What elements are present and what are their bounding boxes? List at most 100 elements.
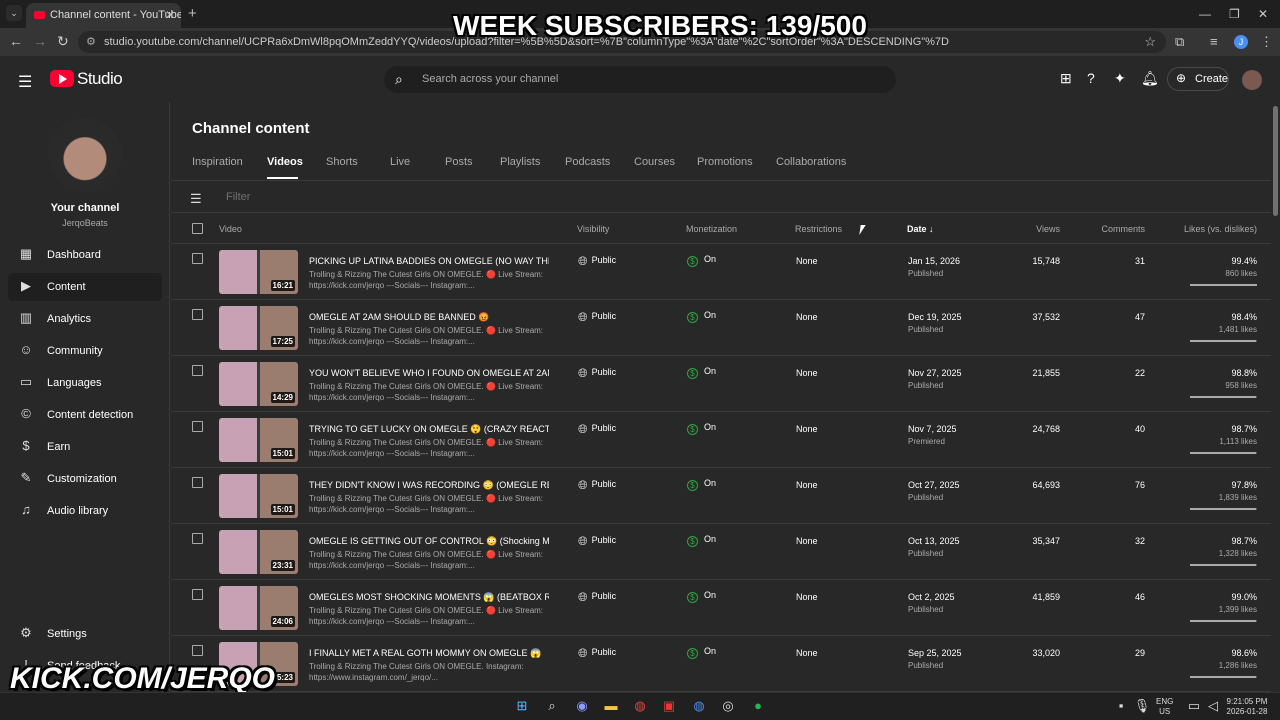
row-checkbox[interactable] (192, 477, 203, 488)
column-date[interactable]: Date ↓ (907, 224, 934, 234)
monetization-cell[interactable]: $ On (687, 254, 716, 267)
search-input[interactable]: Search across your channel (422, 73, 558, 85)
messages-icon[interactable]: ⊞ (1060, 70, 1072, 87)
browser-profile-avatar[interactable]: J (1234, 35, 1248, 49)
monetization-cell[interactable]: $ On (687, 310, 716, 323)
sidebar-item-content-detection[interactable]: © Content detection (8, 401, 162, 429)
table-row[interactable]: 24:06 OMEGLES MOST SHOCKING MOMENTS 😱 (BE… (171, 580, 1271, 636)
tray-icon[interactable]: ▪ (1112, 697, 1130, 715)
tab-videos[interactable]: Videos (267, 156, 303, 168)
row-checkbox[interactable] (192, 589, 203, 600)
monetization-cell[interactable]: $ On (687, 366, 716, 379)
table-row[interactable]: 14:29 YOU WON'T BELIEVE WHO I FOUND ON OM… (171, 356, 1271, 412)
sidebar-item-content[interactable]: ▶ Content (8, 273, 162, 301)
table-row[interactable]: 15:01 THEY DIDN'T KNOW I WAS RECORDING 😳 … (171, 468, 1271, 524)
microphone-icon[interactable]: 🎙︎ (1133, 697, 1151, 715)
extensions-icon[interactable]: ⧉ (1175, 34, 1184, 50)
site-info-icon[interactable]: ⚙ (86, 35, 96, 48)
visibility-cell[interactable]: 🌐︎ Public (578, 310, 616, 325)
table-row[interactable]: 15:01 TRYING TO GET LUCKY ON OMEGLE 😲 (CR… (171, 412, 1271, 468)
comments-value[interactable]: 47 (1091, 312, 1145, 322)
row-checkbox[interactable] (192, 253, 203, 264)
tab-collaborations[interactable]: Collaborations (776, 156, 846, 168)
windows-start-icon[interactable]: ⊞ (513, 697, 531, 715)
comments-value[interactable]: 76 (1091, 480, 1145, 490)
reload-icon[interactable]: ↻ (57, 33, 69, 50)
tab-playlists[interactable]: Playlists (500, 156, 540, 168)
tab-podcasts[interactable]: Podcasts (565, 156, 610, 168)
video-title[interactable]: I FINALLY MET A REAL GOTH MOMMY ON OMEGL… (309, 648, 549, 659)
table-row[interactable]: 25:23 I FINALLY MET A REAL GOTH MOMMY ON … (171, 636, 1271, 692)
create-button[interactable]: ⊕ Create (1167, 67, 1229, 91)
table-row[interactable]: 23:31 OMEGLE IS GETTING OUT OF CONTROL 😳 … (171, 524, 1271, 580)
video-title[interactable]: TRYING TO GET LUCKY ON OMEGLE 😲 (CRAZY R… (309, 424, 549, 435)
minimize-icon[interactable]: — (1199, 7, 1211, 21)
video-thumbnail[interactable]: 14:29 (219, 362, 298, 406)
row-checkbox[interactable] (192, 533, 203, 544)
row-checkbox[interactable] (192, 421, 203, 432)
column-visibility[interactable]: Visibility (577, 224, 609, 234)
browser-tab[interactable]: Channel content - YouTube Studio ✕ (26, 3, 181, 28)
clock[interactable]: 9:21:05 PM 2026-01-28 (1222, 697, 1272, 717)
monetization-cell[interactable]: $ On (687, 646, 716, 659)
video-thumbnail[interactable]: 23:31 (219, 530, 298, 574)
forward-icon[interactable]: → (33, 33, 47, 49)
video-thumbnail[interactable]: 15:01 (219, 474, 298, 518)
bookmark-star-icon[interactable]: ☆ (1144, 34, 1156, 50)
network-icon[interactable]: ▭ (1185, 697, 1203, 715)
video-title[interactable]: PICKING UP LATINA BADDIES ON OMEGLE (NO … (309, 256, 549, 266)
chrome-icon[interactable]: ◍ (631, 697, 649, 715)
sidebar-item-settings[interactable]: ⚙ Settings (8, 620, 162, 648)
video-thumbnail[interactable]: 15:01 (219, 418, 298, 462)
comments-value[interactable]: 22 (1091, 368, 1145, 378)
visibility-cell[interactable]: 🌐︎ Public (578, 534, 616, 549)
close-window-icon[interactable]: ✕ (1258, 7, 1268, 21)
app-icon[interactable]: ▣ (660, 697, 678, 715)
sidebar-item-analytics[interactable]: ▥ Analytics (8, 305, 162, 333)
comments-value[interactable]: 32 (1091, 536, 1145, 546)
discord-icon[interactable]: ◉ (573, 697, 591, 715)
sidebar-item-dashboard[interactable]: ▦ Dashboard (8, 241, 162, 269)
monetization-cell[interactable]: $ On (687, 422, 716, 435)
column-views[interactable]: Views (1011, 224, 1060, 234)
comments-value[interactable]: 46 (1091, 592, 1145, 602)
visibility-cell[interactable]: 🌐︎ Public (578, 254, 616, 269)
visibility-cell[interactable]: 🌐︎ Public (578, 366, 616, 381)
file-explorer-icon[interactable]: ▬ (602, 697, 620, 715)
close-tab-icon[interactable]: ✕ (165, 8, 175, 22)
column-restrictions[interactable]: Restrictions (795, 224, 842, 234)
tab-shorts[interactable]: Shorts (326, 156, 358, 168)
video-title[interactable]: THEY DIDN'T KNOW I WAS RECORDING 😳 (OMEG… (309, 480, 549, 491)
filter-icon[interactable]: ☰ (190, 191, 202, 207)
tab-search-icon[interactable]: ⌄ (6, 5, 22, 21)
maximize-icon[interactable]: ❐ (1229, 7, 1240, 21)
row-checkbox[interactable] (192, 309, 203, 320)
scrollbar-thumb[interactable] (1273, 106, 1278, 216)
comments-value[interactable]: 40 (1091, 424, 1145, 434)
tab-posts[interactable]: Posts (445, 156, 473, 168)
chrome-profile-icon[interactable]: ◍ (690, 697, 708, 715)
video-title[interactable]: OMEGLES MOST SHOCKING MOMENTS 😱 (BEATBOX… (309, 592, 549, 603)
monetization-cell[interactable]: $ On (687, 590, 716, 603)
video-title[interactable]: OMEGLE IS GETTING OUT OF CONTROL 😳 (Shoc… (309, 536, 549, 547)
visibility-cell[interactable]: 🌐︎ Public (578, 590, 616, 605)
table-row[interactable]: 16:21 PICKING UP LATINA BADDIES ON OMEGLE… (171, 244, 1271, 300)
column-comments[interactable]: Comments (1091, 224, 1145, 234)
language-indicator[interactable]: ENG US (1156, 697, 1173, 717)
reading-list-icon[interactable]: ≡ (1210, 34, 1218, 49)
filter-input[interactable]: Filter (226, 191, 250, 203)
row-checkbox[interactable] (192, 645, 203, 656)
video-thumbnail[interactable]: 16:21 (219, 250, 298, 294)
tab-courses[interactable]: Courses (634, 156, 675, 168)
browser-menu-icon[interactable]: ⋮ (1260, 34, 1273, 50)
video-title[interactable]: YOU WON'T BELIEVE WHO I FOUND ON OMEGLE … (309, 368, 549, 379)
visibility-cell[interactable]: 🌐︎ Public (578, 646, 616, 661)
sidebar-item-community[interactable]: ☺ Community (8, 337, 162, 365)
sidebar-item-languages[interactable]: ▭ Languages (8, 369, 162, 397)
tab-inspiration[interactable]: Inspiration (192, 156, 243, 168)
visibility-cell[interactable]: 🌐︎ Public (578, 478, 616, 493)
sparkle-icon[interactable]: ✦ (1114, 70, 1126, 87)
column-monetization[interactable]: Monetization (686, 224, 737, 234)
visibility-cell[interactable]: 🌐︎ Public (578, 422, 616, 437)
tab-promotions[interactable]: Promotions (697, 156, 753, 168)
